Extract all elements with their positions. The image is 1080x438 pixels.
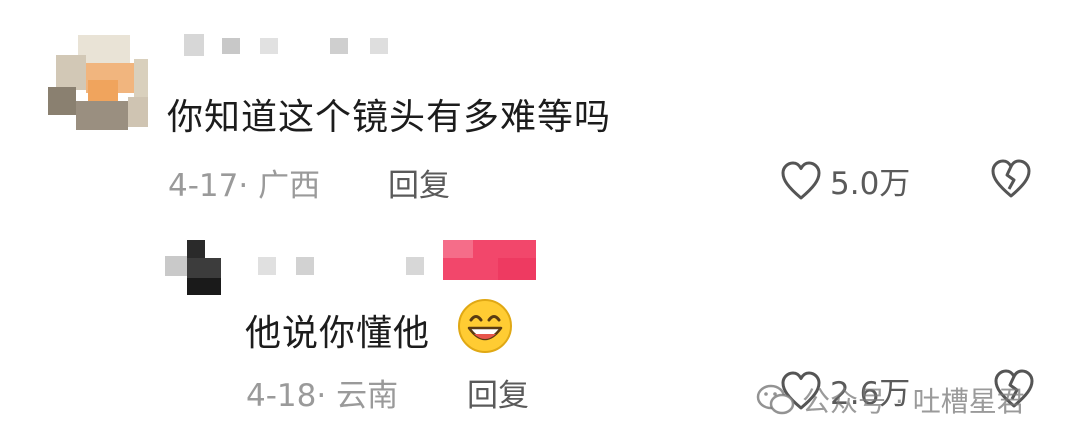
broken-heart-icon <box>991 159 1031 198</box>
username-redacted[interactable] <box>184 34 394 56</box>
comment-text: 他说你懂他 <box>245 313 431 354</box>
like-button[interactable]: 5.0万 <box>780 158 910 203</box>
username-redacted[interactable] <box>258 257 438 275</box>
reply-button[interactable]: 回复 <box>467 370 529 415</box>
avatar[interactable] <box>165 240 225 295</box>
comment-date-location: 4-18· 云南 <box>246 378 399 414</box>
watermark: 公众号 · 吐槽星君 <box>756 380 1025 420</box>
like-count: 5.0万 <box>830 166 911 202</box>
user-badge-redacted <box>443 240 536 280</box>
comment-date-location: 4-17· 广西 <box>168 168 321 204</box>
heart-icon <box>781 161 821 199</box>
wechat-icon <box>756 384 795 415</box>
watermark-text: 公众号 · 吐槽星君 <box>802 385 1025 418</box>
avatar[interactable] <box>48 35 148 130</box>
comment-text: 你知道这个镜头有多难等吗 <box>167 97 612 138</box>
dislike-button[interactable] <box>990 159 1032 203</box>
grinning-face-emoji <box>458 299 512 353</box>
reply-button[interactable]: 回复 <box>388 160 450 205</box>
